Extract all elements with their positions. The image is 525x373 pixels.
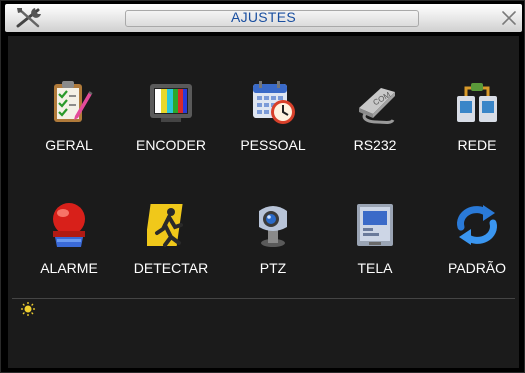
menu-item-encoder[interactable]: ENCODER	[123, 78, 219, 188]
menu-item-label: ENCODER	[135, 137, 206, 153]
menu-item-label: PESSOAL	[240, 137, 306, 153]
menu-item-label: GERAL	[45, 137, 93, 153]
menu-item-label: TELA	[357, 260, 393, 276]
menu-item-alarme[interactable]: ALARME	[21, 201, 117, 311]
window-title: AJUSTES	[230, 9, 297, 25]
divider	[12, 298, 515, 299]
menu-item-ptz[interactable]: PTZ	[225, 201, 321, 311]
com-port-icon: COM	[359, 88, 395, 124]
settings-panel: GERAL ENCODER PESSOAL COM RS232 REDE ALA…	[8, 36, 519, 368]
menu-item-label: ALARME	[40, 260, 98, 276]
title-bar[interactable]: AJUSTES	[5, 4, 522, 32]
menu-item-pessoal[interactable]: PESSOAL	[225, 78, 321, 188]
menu-item-label: RS232	[353, 137, 397, 153]
menu-item-tela[interactable]: TELA	[327, 201, 423, 311]
clipboard-checklist-icon	[54, 81, 93, 122]
display-screen-icon	[357, 204, 393, 246]
menu-item-label: DETECTAR	[133, 260, 209, 276]
menu-item-label: REDE	[457, 137, 497, 153]
menu-item-padrao[interactable]: PADRÃO	[429, 201, 525, 311]
menu-item-geral[interactable]: GERAL	[21, 78, 117, 188]
menu-item-label: PADRÃO	[447, 260, 507, 276]
menu-item-label: PTZ	[259, 260, 287, 276]
menu-item-rede[interactable]: REDE	[429, 78, 525, 188]
network-computers-icon	[457, 83, 497, 122]
running-person-icon	[147, 204, 183, 247]
ptz-camera-icon	[259, 206, 287, 247]
lightbulb-hint-icon	[21, 302, 35, 316]
menu-item-rs232[interactable]: COM RS232	[327, 78, 423, 188]
calendar-clock-icon	[253, 81, 295, 124]
refresh-arrows-icon	[457, 205, 497, 245]
menu-item-detectar[interactable]: DETECTAR	[123, 201, 219, 311]
color-bars-monitor-icon	[150, 84, 192, 122]
settings-window: AJUSTES GERAL ENCODER PESSOAL COM RS232 …	[0, 0, 525, 373]
alarm-beacon-icon	[53, 203, 85, 247]
close-icon[interactable]	[499, 8, 519, 28]
